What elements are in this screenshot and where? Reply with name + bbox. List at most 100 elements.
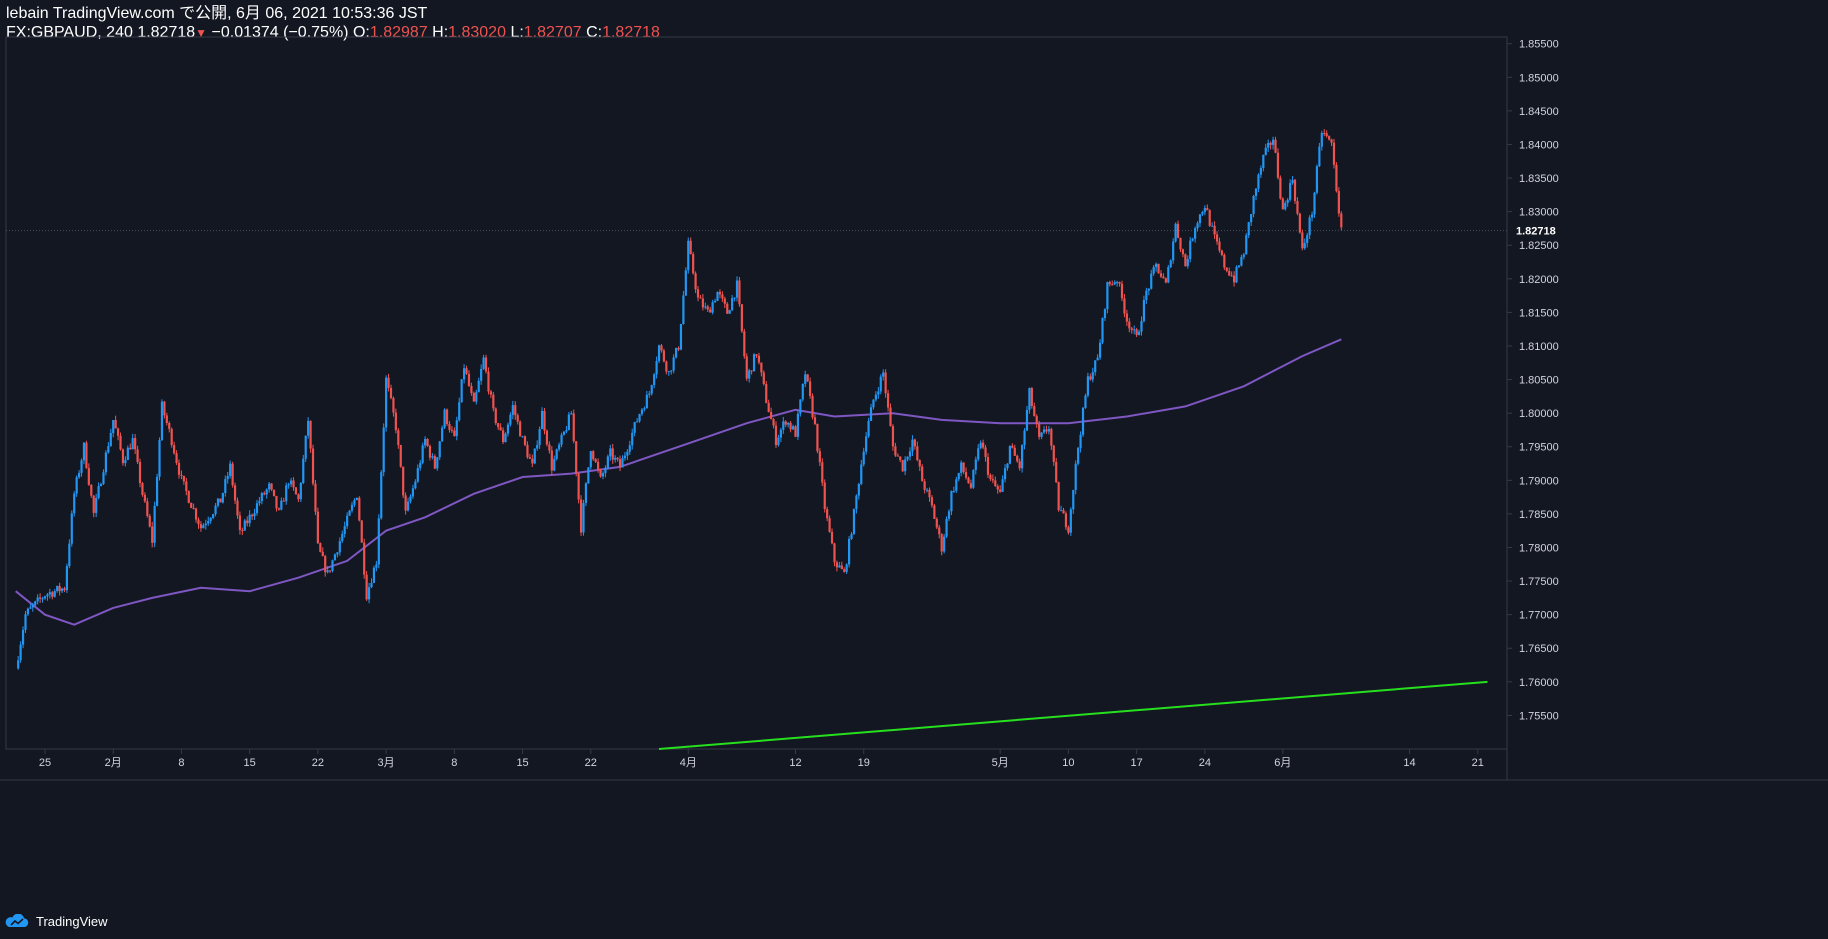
candle-body: [465, 368, 468, 374]
candle-body: [1081, 407, 1085, 435]
candle-body: [896, 455, 899, 457]
candle-body: [565, 429, 568, 432]
candle-body: [911, 439, 914, 452]
candle-body: [255, 503, 259, 514]
candle-body: [740, 304, 743, 332]
candle-body: [1323, 132, 1326, 134]
x-tick-label: 5月: [992, 757, 1009, 769]
candle-body: [640, 409, 644, 415]
candle-body: [363, 542, 366, 575]
candle-body: [1020, 445, 1024, 469]
candle-body: [489, 391, 493, 395]
candle-body: [558, 444, 561, 450]
candle-body: [1140, 321, 1143, 332]
candle-body: [991, 479, 994, 481]
candle-body: [46, 594, 49, 597]
candle-body: [1289, 183, 1292, 200]
y-tick-label: 1.82000: [1519, 274, 1559, 286]
candle-body: [799, 399, 802, 414]
candle-body: [214, 505, 217, 515]
candle-body: [918, 460, 921, 467]
candle-body: [51, 592, 54, 597]
candle-body: [321, 551, 324, 557]
candle-body: [216, 498, 220, 506]
x-tick-label: 15: [244, 757, 256, 769]
footer-brand[interactable]: TradingView: [4, 911, 108, 931]
candle-body: [136, 449, 139, 463]
candle-body: [90, 484, 93, 496]
candle-body: [467, 373, 471, 386]
candle-body: [482, 357, 485, 369]
candle-body: [309, 420, 312, 449]
y-tick-label: 1.83000: [1519, 207, 1559, 219]
candle-body: [950, 491, 953, 512]
candle-body: [477, 380, 480, 393]
candle-body: [670, 370, 673, 372]
candle-body: [1247, 222, 1250, 236]
candle-body: [1106, 282, 1109, 310]
candle-body: [1315, 166, 1319, 193]
x-tick-label: 3月: [378, 757, 395, 769]
candle-body: [628, 445, 631, 452]
candle-body: [148, 515, 151, 527]
candle-body: [584, 483, 588, 503]
candle-body: [601, 473, 605, 477]
candle-body: [982, 442, 985, 448]
candle-body: [1103, 309, 1107, 319]
price-chart[interactable]: 1.75500 1.76000 1.76500 1.77000 1.77500 1.780…: [0, 0, 1828, 939]
candle-body: [1242, 254, 1245, 257]
x-tick-label: 19: [858, 757, 870, 769]
candle-body: [192, 508, 195, 510]
candle-body: [229, 463, 232, 476]
candle-body: [618, 459, 622, 468]
candle-body: [1291, 179, 1294, 184]
candle-body: [389, 387, 393, 399]
price-axis[interactable]: 1.75500 1.76000 1.76500 1.77000 1.77500 1.780…: [1507, 39, 1564, 723]
candle-body: [365, 574, 368, 600]
candle-body: [1218, 241, 1221, 251]
candle-body: [1055, 461, 1058, 483]
candle-body: [879, 376, 882, 392]
candle-body: [830, 531, 834, 544]
candle-body: [294, 487, 298, 495]
candle-body: [519, 421, 522, 437]
candle-body: [809, 381, 812, 396]
candle-body: [528, 457, 531, 459]
candle-body: [316, 511, 319, 544]
candle-body: [770, 412, 773, 420]
candle-body: [1279, 177, 1282, 199]
candle-body: [962, 462, 965, 472]
candle-body: [102, 472, 105, 484]
candle-body: [224, 479, 227, 494]
trendline: [658, 680, 1488, 750]
y-tick-label: 1.84500: [1519, 106, 1559, 118]
y-tick-label: 1.81000: [1519, 341, 1559, 353]
candle-body: [1094, 360, 1097, 373]
candle-body: [1325, 133, 1328, 137]
candle-body: [894, 446, 897, 456]
y-tick-label: 1.79000: [1519, 475, 1559, 487]
candle-body: [1123, 298, 1126, 314]
candle-body: [24, 614, 27, 630]
candle-body: [360, 520, 363, 543]
candle-body: [940, 534, 943, 552]
candle-body: [701, 298, 704, 308]
candle-body: [377, 518, 380, 565]
candle-body: [29, 607, 32, 609]
candle-body: [1303, 242, 1306, 249]
candle-body: [536, 444, 539, 449]
time-axis[interactable]: 25 2月 8 15 22 3月 8 15 22 4月 12 19 5月 10 17 24 6月 14 21: [39, 749, 1484, 769]
candle-body: [1276, 152, 1280, 178]
candle-body: [333, 554, 337, 561]
candle-body: [1047, 429, 1051, 432]
x-tick-label: 21: [1472, 757, 1484, 769]
candle-body: [182, 475, 185, 482]
candle-body: [696, 289, 700, 298]
candle-body: [480, 368, 483, 381]
candle-body: [1120, 283, 1124, 299]
candle-body: [39, 597, 42, 599]
candle-body: [689, 240, 692, 254]
candle-body: [241, 529, 244, 531]
candle-body: [1062, 510, 1065, 514]
candle-body: [957, 472, 960, 480]
